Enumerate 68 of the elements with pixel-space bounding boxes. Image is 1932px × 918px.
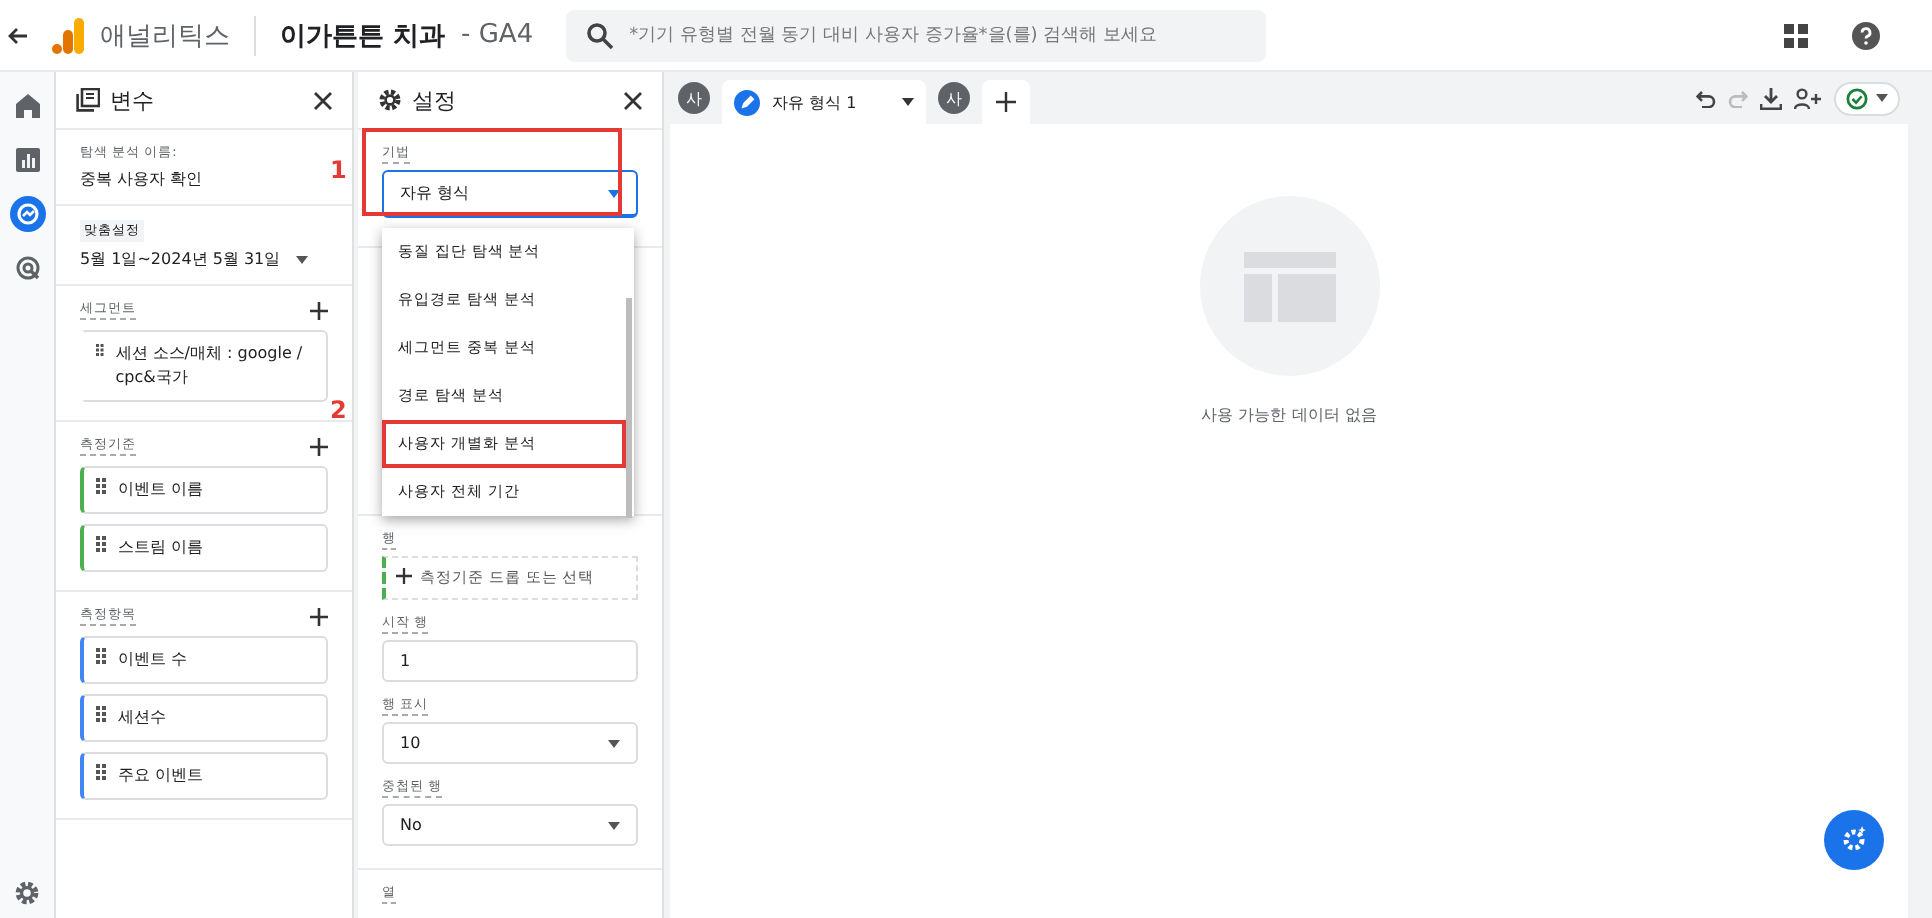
insights-button[interactable] [1824, 810, 1884, 870]
exploration-name[interactable]: 중복 사용자 확인 [80, 168, 328, 190]
segment-chip[interactable]: 세션 소스/매체 : google / cpc&국가 [80, 330, 328, 402]
drag-handle-icon[interactable] [96, 342, 104, 358]
caret-icon [608, 189, 620, 197]
dimension-chip[interactable]: 이벤트 이름 [80, 466, 328, 514]
add-icon[interactable] [396, 568, 412, 584]
check-circle-icon [1846, 87, 1868, 109]
tab-label: 자유 형식 1 [772, 91, 857, 113]
back-arrow-icon[interactable] [8, 25, 28, 45]
close-icon[interactable] [314, 91, 332, 109]
chip-label: 이벤트 수 [118, 648, 188, 672]
app-name: 애널리틱스 [100, 19, 230, 53]
chip-label: 주요 이벤트 [118, 764, 204, 788]
apps-grid-icon[interactable] [1784, 23, 1808, 47]
download-icon[interactable] [1760, 87, 1782, 109]
plus-icon [996, 92, 1016, 112]
drag-handle-icon[interactable] [96, 478, 106, 494]
user-avatar[interactable]: 사 [938, 82, 970, 114]
empty-state-text: 사용 가능한 데이터 없음 [1201, 404, 1377, 426]
close-icon[interactable] [624, 91, 642, 109]
chip-label: 세션 소스/매체 : google / cpc&국가 [115, 342, 305, 390]
settings-icon [378, 88, 402, 112]
drag-handle-icon[interactable] [96, 536, 106, 552]
explore-nav-icon[interactable] [9, 196, 45, 232]
add-icon[interactable] [310, 607, 328, 625]
caret-icon[interactable] [902, 98, 914, 106]
nested-rows-select[interactable]: No [382, 804, 638, 846]
analytics-logo-icon [52, 17, 84, 53]
exploration-tab[interactable]: 자유 형식 1 [722, 80, 926, 124]
property-name[interactable]: 이가튼튼 치과 [280, 17, 446, 53]
chip-label: 세션수 [118, 706, 166, 730]
chip-label: 스트림 이름 [118, 536, 204, 560]
start-row-field[interactable]: 1 [382, 640, 638, 682]
caret-icon [608, 739, 620, 747]
annotation-number: 2 [330, 396, 347, 424]
panel-title: 변수 [110, 85, 154, 115]
drag-handle-icon[interactable] [96, 706, 106, 722]
variables-icon [76, 88, 100, 112]
pencil-icon [734, 89, 760, 115]
metric-chip[interactable]: 세션수 [80, 694, 328, 742]
caret-icon [608, 821, 620, 829]
annotation-number: 1 [330, 156, 347, 184]
date-range[interactable]: 5월 1일~2024년 5월 31일 [80, 248, 281, 270]
dimension-chip[interactable]: 스트림 이름 [80, 524, 328, 572]
user-avatar[interactable]: 사 [678, 82, 710, 114]
sparkle-gear-icon [1838, 824, 1870, 856]
technique-select[interactable]: 자유 형식 [382, 170, 638, 218]
metric-chip[interactable]: 이벤트 수 [80, 636, 328, 684]
scrollbar[interactable] [626, 298, 632, 518]
chip-label: 이벤트 이름 [118, 478, 204, 502]
add-tab-button[interactable] [982, 80, 1030, 124]
property-suffix: - GA4 [461, 20, 534, 50]
drag-handle-icon[interactable] [96, 648, 106, 664]
help-icon[interactable] [1852, 21, 1880, 49]
add-icon[interactable] [310, 437, 328, 455]
caret-icon[interactable] [296, 255, 309, 263]
rows-shown-select[interactable]: 10 [382, 722, 638, 764]
add-icon[interactable] [310, 301, 328, 319]
panel-title: 설정 [412, 85, 456, 115]
metric-chip[interactable]: 주요 이벤트 [80, 752, 328, 800]
search-field[interactable]: *기기 유형별 전월 동기 대비 사용자 증가율*을(를) 검색해 보세요 [565, 9, 1266, 61]
settings-icon[interactable] [14, 880, 40, 906]
share-users-icon[interactable] [1794, 87, 1822, 109]
caret-icon [1876, 94, 1888, 102]
undo-icon[interactable] [1696, 89, 1716, 107]
drag-handle-icon[interactable] [96, 764, 106, 780]
status-dropdown[interactable] [1834, 81, 1900, 115]
